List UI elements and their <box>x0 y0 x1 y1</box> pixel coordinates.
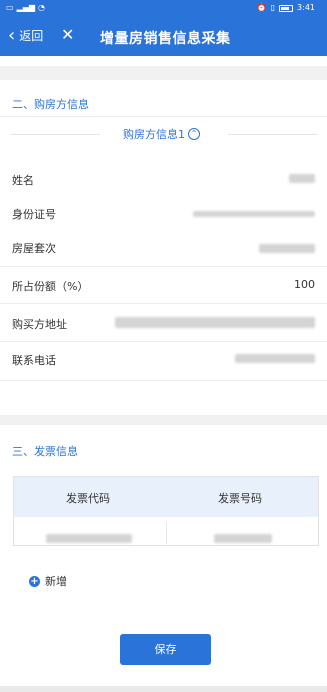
field-label: 所占份额（%） <box>12 280 89 293</box>
nav-bar: ‹ 返回 ✕ 增量房销售信息采集 <box>0 17 327 56</box>
column-header-invoice-code: 发票代码 <box>66 492 110 505</box>
buyer-subtitle[interactable]: 购房方信息1 ⌃ <box>0 126 327 142</box>
table-row[interactable] <box>14 517 318 547</box>
status-right: ⏰ ▯ 3:41 <box>257 3 315 13</box>
subtitle-line-left <box>10 134 100 135</box>
invoice-code-redacted[interactable] <box>46 528 132 547</box>
invoice-table: 发票代码 发票号码 <box>13 476 319 546</box>
add-invoice-button[interactable]: + 新增 <box>29 573 67 589</box>
divider <box>0 380 327 381</box>
status-time: 3:41 <box>297 3 315 12</box>
field-label: 购买方地址 <box>12 318 67 331</box>
field-value-redacted <box>235 353 315 366</box>
divider <box>0 116 327 117</box>
field-label: 姓名 <box>12 174 34 187</box>
back-label: 返回 <box>19 29 44 43</box>
field-value[interactable]: 100 <box>294 278 315 291</box>
chevron-left-icon: ‹ <box>8 24 16 46</box>
message-icon: ▭ <box>6 3 14 12</box>
alarm-icon: ⏰ <box>256 3 267 12</box>
page-title: 增量房销售信息采集 <box>100 31 231 47</box>
field-label: 联系电话 <box>12 354 56 367</box>
field-value-redacted <box>193 207 315 220</box>
divider <box>0 341 327 342</box>
status-bar: ▭ ▂▄▆ ◔ ⏰ ▯ 3:41 <box>0 0 327 17</box>
field-value-redacted <box>259 243 315 256</box>
status-left: ▭ ▂▄▆ ◔ <box>6 3 45 13</box>
close-icon[interactable]: ✕ <box>61 26 74 44</box>
buyer-subtitle-text[interactable]: 购房方信息1 ⌃ <box>123 126 200 142</box>
divider <box>0 303 327 304</box>
buyer-subtitle-label: 购房方信息1 <box>123 128 185 141</box>
back-button[interactable]: ‹ 返回 <box>8 24 44 46</box>
column-divider <box>166 522 167 544</box>
signal-icon: ▂▄▆ <box>16 3 36 12</box>
subtitle-line-right <box>228 134 318 135</box>
chevron-up-icon[interactable]: ⌃ <box>188 128 200 140</box>
invoice-section-title: 三、发票信息 <box>12 445 78 458</box>
field-value-redacted <box>115 317 315 331</box>
section-gap <box>0 66 327 80</box>
divider <box>0 266 327 267</box>
bottom-edge <box>0 686 327 692</box>
plus-circle-icon: + <box>29 575 40 587</box>
section-gap <box>0 415 327 425</box>
save-button[interactable]: 保存 <box>120 634 211 665</box>
buyer-section-title: 二、购房方信息 <box>12 98 89 111</box>
invoice-number-redacted[interactable] <box>214 528 272 547</box>
field-label: 身份证号 <box>12 208 56 221</box>
invoice-table-header: 发票代码 发票号码 <box>14 477 318 517</box>
field-value-redacted <box>289 173 315 186</box>
battery-icon <box>279 4 294 12</box>
wifi-icon: ◔ <box>38 3 46 12</box>
add-label: 新增 <box>45 575 67 588</box>
field-label: 房屋套次 <box>12 242 56 255</box>
column-header-invoice-number: 发票号码 <box>218 492 262 505</box>
vibrate-icon: ▯ <box>270 3 276 12</box>
